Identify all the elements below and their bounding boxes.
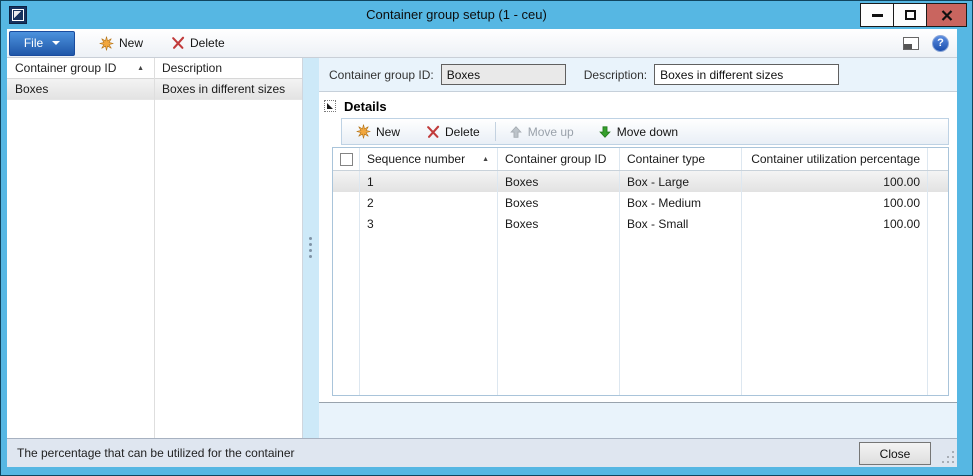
file-caret-icon [52, 41, 60, 45]
titlebar: Container group setup (1 - ceu) [1, 1, 972, 29]
new-icon [99, 36, 114, 51]
cell-filler [928, 171, 948, 192]
grid-empty-area [333, 234, 948, 395]
details-header[interactable]: Details [319, 95, 957, 117]
move-down-label: Move down [617, 125, 678, 139]
move-up-button[interactable]: Move up [509, 125, 574, 139]
details-toolbar: New Delete [341, 118, 949, 145]
cell-sequence: 1 [360, 171, 498, 192]
form-fields-row: Container group ID: Description: [319, 58, 957, 92]
cell-container-type: Box - Medium [620, 192, 742, 213]
new-button-label: New [119, 36, 143, 50]
cell-filler [928, 213, 948, 234]
group-id-field [441, 64, 566, 85]
cell-utilization: 100.00 [742, 213, 928, 234]
window-controls [861, 3, 967, 27]
description-field[interactable] [654, 64, 839, 85]
grid-header-utilization[interactable]: Container utilization percentage [742, 148, 928, 170]
cell-sequence: 2 [360, 192, 498, 213]
cell-group-id: Boxes [498, 192, 620, 213]
sort-asc-icon: ▲ [482, 156, 489, 163]
details-delete-label: Delete [445, 125, 480, 139]
move-down-icon [598, 125, 612, 139]
move-down-button[interactable]: Move down [598, 125, 678, 139]
window-title: Container group setup (1 - ceu) [61, 7, 852, 22]
window-content: File New Delete ? [7, 29, 957, 467]
new-icon [356, 124, 371, 139]
app-icon-glyph [14, 11, 23, 20]
main-toolbar: File New Delete ? [7, 29, 957, 58]
file-menu-label: File [24, 36, 43, 50]
list-cell-group-id: Boxes [7, 82, 154, 96]
file-menu-button[interactable]: File [9, 31, 75, 56]
toolbar-separator [495, 122, 496, 141]
grid-row-2[interactable]: 2 Boxes Box - Medium 100.00 [333, 192, 948, 213]
details-title: Details [344, 99, 387, 114]
grid-header-row: Sequence number ▲ Container group ID Con… [333, 148, 948, 171]
collapse-icon[interactable] [324, 100, 336, 112]
splitter-grip-icon [309, 237, 312, 240]
statusbar: The percentage that can be utilized for … [7, 438, 957, 467]
panel-bottom-filler [319, 403, 957, 438]
cell-utilization: 100.00 [742, 171, 928, 192]
description-field-label: Description: [584, 68, 647, 82]
list-header-description[interactable]: Description [154, 61, 302, 75]
app-icon [9, 6, 27, 24]
maximize-icon [905, 10, 916, 20]
new-button[interactable]: New [99, 36, 143, 51]
cell-filler [928, 192, 948, 213]
grid-header-sequence-label: Sequence number [367, 152, 465, 166]
grid-header-sequence[interactable]: Sequence number ▲ [360, 148, 498, 170]
list-header-group-id[interactable]: Container group ID ▲ [7, 61, 154, 75]
select-all-checkbox[interactable] [340, 153, 353, 166]
delete-button-label: Delete [190, 36, 225, 50]
panel-splitter[interactable] [303, 58, 319, 438]
close-icon [941, 10, 953, 21]
grid-row-3[interactable]: 3 Boxes Box - Small 100.00 [333, 213, 948, 234]
status-message: The percentage that can be utilized for … [17, 446, 295, 460]
cell-container-type: Box - Large [620, 171, 742, 192]
move-up-icon [509, 125, 523, 139]
layout-icon[interactable] [903, 37, 919, 50]
grid-header-group-id[interactable]: Container group ID [498, 148, 620, 170]
maximize-button[interactable] [893, 3, 927, 27]
details-section: Details New [319, 92, 957, 438]
grid-header-container-type[interactable]: Container type [620, 148, 742, 170]
delete-button[interactable]: Delete [171, 36, 225, 50]
select-all-cell [333, 148, 360, 170]
cell-sequence: 3 [360, 213, 498, 234]
details-new-label: New [376, 125, 400, 139]
move-up-label: Move up [528, 125, 574, 139]
cell-container-type: Box - Small [620, 213, 742, 234]
resize-grip-icon[interactable] [941, 450, 954, 463]
toolbar-right-icons: ? [903, 29, 949, 57]
grid-header-filler [928, 148, 948, 170]
delete-icon [426, 125, 440, 139]
close-window-button[interactable] [926, 3, 967, 27]
list-column-divider [154, 58, 155, 438]
row-select-cell[interactable] [333, 171, 360, 192]
cell-group-id: Boxes [498, 171, 620, 192]
container-group-setup-window: Container group setup (1 - ceu) File [0, 0, 973, 476]
close-button[interactable]: Close [859, 442, 931, 465]
delete-icon [171, 36, 185, 50]
cell-group-id: Boxes [498, 213, 620, 234]
main-area: Container group ID ▲ Description Boxes B… [7, 58, 957, 438]
row-select-cell[interactable] [333, 192, 360, 213]
list-header-group-id-label: Container group ID [15, 61, 116, 75]
details-delete-button[interactable]: Delete [426, 125, 480, 139]
details-new-button[interactable]: New [356, 124, 400, 139]
minimize-button[interactable] [860, 3, 894, 27]
detail-panel: Container group ID: Description: Details [319, 58, 957, 438]
grid-row-1[interactable]: 1 Boxes Box - Large 100.00 [333, 171, 948, 192]
row-select-cell[interactable] [333, 213, 360, 234]
sort-asc-icon: ▲ [137, 65, 144, 72]
container-group-list: Container group ID ▲ Description Boxes B… [7, 58, 303, 438]
minimize-icon [872, 14, 883, 17]
details-grid: Sequence number ▲ Container group ID Con… [332, 147, 949, 396]
help-icon[interactable]: ? [932, 35, 949, 52]
group-id-field-label: Container group ID: [329, 68, 434, 82]
cell-utilization: 100.00 [742, 192, 928, 213]
list-cell-description: Boxes in different sizes [154, 82, 302, 96]
